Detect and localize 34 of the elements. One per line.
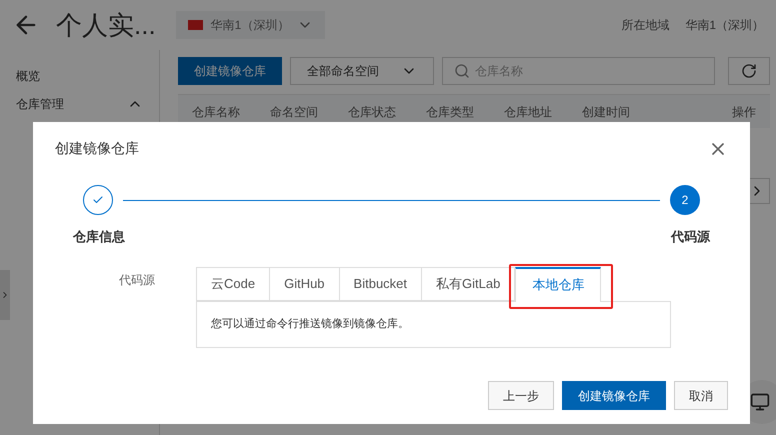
source-tab[interactable]: Bitbucket: [340, 266, 422, 300]
column-header: 操作: [732, 104, 756, 120]
create-repo-button[interactable]: 创建镜像仓库: [178, 57, 282, 85]
location-label: 所在地域: [621, 17, 670, 34]
column-header: 创建时间: [582, 104, 631, 120]
page-title: 个人实...: [56, 8, 156, 42]
column-header: 仓库地址: [504, 104, 553, 120]
field-label: 代码源: [119, 272, 156, 288]
flag-icon: [188, 20, 203, 30]
dialog-button[interactable]: 创建镜像仓库: [562, 381, 666, 410]
check-icon: [92, 194, 104, 206]
source-tab[interactable]: GitHub: [270, 266, 340, 300]
column-header: 命名空间: [270, 104, 319, 120]
column-header: 仓库状态: [348, 104, 397, 120]
search-field[interactable]: 仓库名称: [442, 57, 715, 85]
location-value: 华南1（深圳）: [685, 17, 764, 34]
sidebar-item[interactable]: 概览: [0, 62, 159, 90]
dialog-title: 创建镜像仓库: [55, 139, 139, 158]
search-icon: [454, 63, 470, 79]
step-label: 代码源: [671, 228, 710, 246]
column-header: 仓库名称: [192, 104, 241, 120]
step-label: 仓库信息: [73, 228, 125, 246]
source-tab[interactable]: 本地仓库: [515, 266, 602, 302]
namespace-select[interactable]: 全部命名空间: [290, 57, 434, 85]
dialog-button[interactable]: 取消: [674, 381, 728, 410]
column-header: 仓库类型: [426, 104, 475, 120]
source-tab[interactable]: 云Code: [197, 266, 270, 300]
refresh-icon: [741, 63, 757, 79]
region-selector[interactable]: 华南1（深圳）: [176, 11, 326, 39]
sidebar-item[interactable]: 仓库管理: [0, 90, 159, 118]
dialog-button[interactable]: 上一步: [488, 381, 554, 410]
refresh-button[interactable]: [728, 57, 770, 85]
panel-text: 您可以通过命令行推送镜像到镜像仓库。: [211, 316, 409, 332]
monitor-icon: [750, 392, 770, 412]
